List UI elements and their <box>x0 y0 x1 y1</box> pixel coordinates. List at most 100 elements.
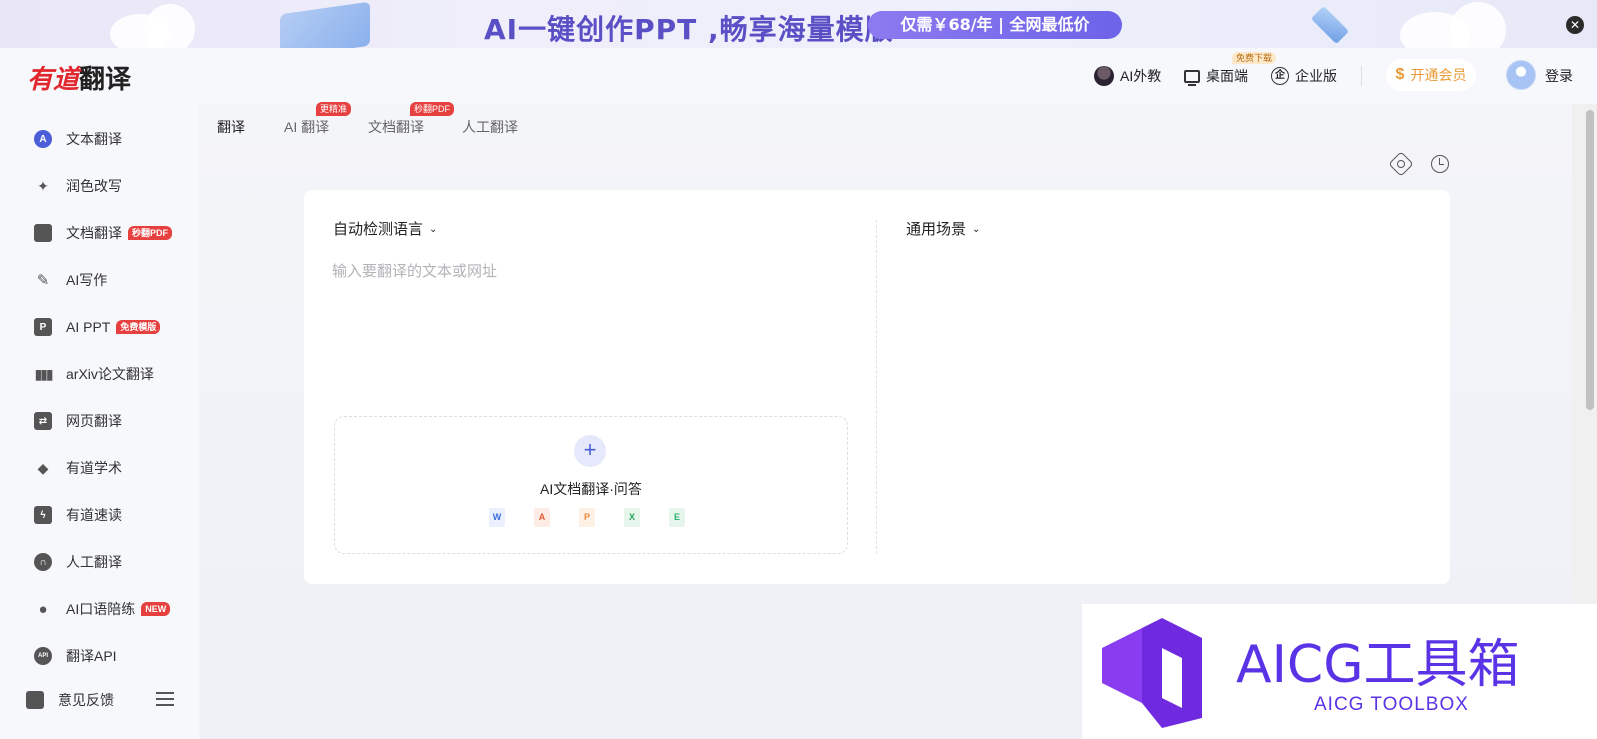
chevron-down-icon: ⌄ <box>429 224 438 235</box>
login-link[interactable]: 登录 <box>1545 66 1573 86</box>
sidebar-item-label: 人工翻译 <box>66 554 122 570</box>
sidebar-item-arxiv[interactable]: ▮▮▮ arXiv论文翻译 <box>34 359 154 389</box>
sidebar-item-text-translate[interactable]: A 文本翻译 <box>34 124 122 154</box>
youdao-logo[interactable]: 有道翻译 <box>27 59 131 96</box>
sidebar-item-label: 有道学术 <box>66 460 122 476</box>
person-icon: ● <box>38 600 48 618</box>
excel-file-icon: X <box>624 508 640 527</box>
word-file-icon: W <box>489 508 505 527</box>
user-avatar[interactable] <box>1506 60 1536 90</box>
sidebar-item-speaking-practice[interactable]: ● AI口语陪练 NEW <box>34 594 171 624</box>
web-page-icon: ⇄ <box>34 412 52 430</box>
ai-tutor-label: AI外教 <box>1120 68 1162 84</box>
watermark-title: AICG工具箱 <box>1236 635 1520 695</box>
settings-icon[interactable] <box>1388 151 1414 177</box>
tab-label: 文档翻译 <box>368 119 424 135</box>
watermark-subtitle: AICG TOOLBOX <box>1314 694 1469 715</box>
banner-title: AI一键创作PPT ,畅享海量模版 <box>484 13 894 46</box>
sidebar-item-label: AI口语陪练 <box>66 601 136 617</box>
enterprise-link[interactable]: 企 企业版 <box>1271 65 1337 87</box>
top-header: 有道翻译 AI外教 免费下载 桌面端 企 企业版 $ 开通会员 登录 <box>0 48 1597 104</box>
magic-wand-icon: ✦ <box>37 177 49 194</box>
sidebar-item-feedback[interactable]: 意见反馈 <box>26 685 114 715</box>
ai-tutor-avatar-icon <box>1094 66 1114 86</box>
sidebar-item-human-translate[interactable]: ∩ 人工翻译 <box>34 547 122 577</box>
tab-translate[interactable]: 翻译 <box>217 117 245 137</box>
vip-label: 开通会员 <box>1410 67 1467 83</box>
sidebar-item-ai-writing[interactable]: ✎ AI写作 <box>34 265 108 295</box>
tab-label: AI 翻译 <box>284 119 330 135</box>
sidebar-item-label: 文档翻译 <box>66 225 122 241</box>
sidebar-item-label: 有道速读 <box>66 507 122 523</box>
desktop-label: 桌面端 <box>1206 68 1248 84</box>
books-icon: ▮▮▮ <box>34 365 53 382</box>
sidebar-item-speed-read[interactable]: ϟ 有道速读 <box>34 500 122 530</box>
pdf-file-icon: A <box>534 508 550 527</box>
cloud-decoration <box>145 4 195 48</box>
pdf-badge: 秒翻PDF <box>410 102 455 116</box>
graduation-cap-icon: ◆ <box>37 459 49 476</box>
banner-close-icon[interactable]: ✕ <box>1566 16 1584 34</box>
sidebar-item-label: AI写作 <box>66 272 108 288</box>
logo-product-text: 翻译 <box>79 65 132 95</box>
scrollbar-thumb[interactable] <box>1586 110 1594 410</box>
aicg-watermark: AICG工具箱 AICG TOOLBOX <box>1082 604 1597 739</box>
collapse-sidebar-icon[interactable] <box>156 692 174 706</box>
more-accurate-badge: 更精准 <box>316 102 352 116</box>
source-language-select[interactable]: 自动检测语言 ⌄ <box>333 218 437 239</box>
sidebar-item-label: 润色改写 <box>66 178 122 194</box>
pdf-tag: 秒翻PDF <box>128 226 173 240</box>
document-upload-zone[interactable]: + AI文档翻译·问答 W A P X E <box>334 416 848 554</box>
pen-icon: ✎ <box>36 272 50 289</box>
ppt-file-icon: P <box>579 508 595 527</box>
sidebar-item-ai-ppt[interactable]: P AI PPT 免费模版 <box>34 312 161 342</box>
file-type-icons: W A P X E <box>489 508 714 527</box>
ppt-icon: P <box>34 318 52 336</box>
headset-icon: ∩ <box>34 553 52 571</box>
header-divider <box>1361 66 1362 86</box>
cube-illustration <box>1310 5 1350 45</box>
desktop-app-link[interactable]: 桌面端 <box>1184 65 1248 87</box>
document-icon <box>34 224 52 242</box>
sidebar-item-label: 文本翻译 <box>66 131 122 147</box>
translate-card: 自动检测语言 ⌄ + AI文档翻译·问答 W A P X E 通用场景 ⌄ <box>304 190 1450 584</box>
cloud-decoration <box>1450 2 1506 48</box>
vip-coin-icon: $ <box>1395 66 1405 83</box>
enterprise-label: 企业版 <box>1295 68 1337 84</box>
history-icon[interactable] <box>1431 155 1449 173</box>
sidebar-item-label: AI PPT <box>66 319 111 335</box>
sidebar-item-polish[interactable]: ✦ 润色改写 <box>34 171 122 201</box>
sidebar-item-academic[interactable]: ◆ 有道学术 <box>34 453 122 483</box>
tab-human-translate[interactable]: 人工翻译 <box>462 117 518 137</box>
lightning-icon: ϟ <box>34 506 52 524</box>
new-tag: NEW <box>141 602 171 616</box>
upload-label: AI文档翻译·问答 <box>540 481 642 497</box>
plus-icon[interactable]: + <box>574 435 606 467</box>
ppt-illustration <box>280 1 370 48</box>
download-badge: 免费下载 <box>1232 52 1277 64</box>
tab-doc-translate[interactable]: 文档翻译 秒翻PDF <box>368 102 455 137</box>
scene-select[interactable]: 通用场景 ⌄ <box>906 218 980 239</box>
source-text-input[interactable] <box>332 260 842 400</box>
source-language-label: 自动检测语言 <box>333 221 424 238</box>
promo-banner[interactable]: AI一键创作PPT ,畅享海量模版 仅需￥68/年 | 全网最低价 ✕ <box>0 0 1597 48</box>
api-icon: API <box>34 647 52 665</box>
sidebar-item-label: arXiv论文翻译 <box>66 366 154 382</box>
monitor-icon <box>1184 69 1200 86</box>
sidebar-item-doc-translate[interactable]: 文档翻译 秒翻PDF <box>34 218 173 248</box>
ai-tutor-link[interactable]: AI外教 <box>1094 65 1161 87</box>
panel-divider <box>876 220 877 554</box>
tab-ai-translate[interactable]: AI 翻译 更精准 <box>284 102 352 137</box>
sidebar-item-label: 意见反馈 <box>58 692 114 708</box>
text-translate-icon: A <box>34 130 52 148</box>
sidebar-item-web-translate[interactable]: ⇄ 网页翻译 <box>34 406 122 436</box>
epub-file-icon: E <box>669 508 685 527</box>
sidebar: A 文本翻译 ✦ 润色改写 文档翻译 秒翻PDF ✎ AI写作 P AI PPT… <box>0 104 198 739</box>
sidebar-item-api[interactable]: API 翻译API <box>34 641 117 671</box>
sidebar-item-label: 翻译API <box>66 648 117 664</box>
feedback-icon <box>26 691 44 709</box>
free-template-tag: 免费模版 <box>116 320 161 334</box>
banner-price-pill[interactable]: 仅需￥68/年 | 全网最低价 <box>868 11 1122 39</box>
scene-label: 通用场景 <box>906 221 967 238</box>
vip-button[interactable]: $ 开通会员 <box>1386 59 1476 91</box>
